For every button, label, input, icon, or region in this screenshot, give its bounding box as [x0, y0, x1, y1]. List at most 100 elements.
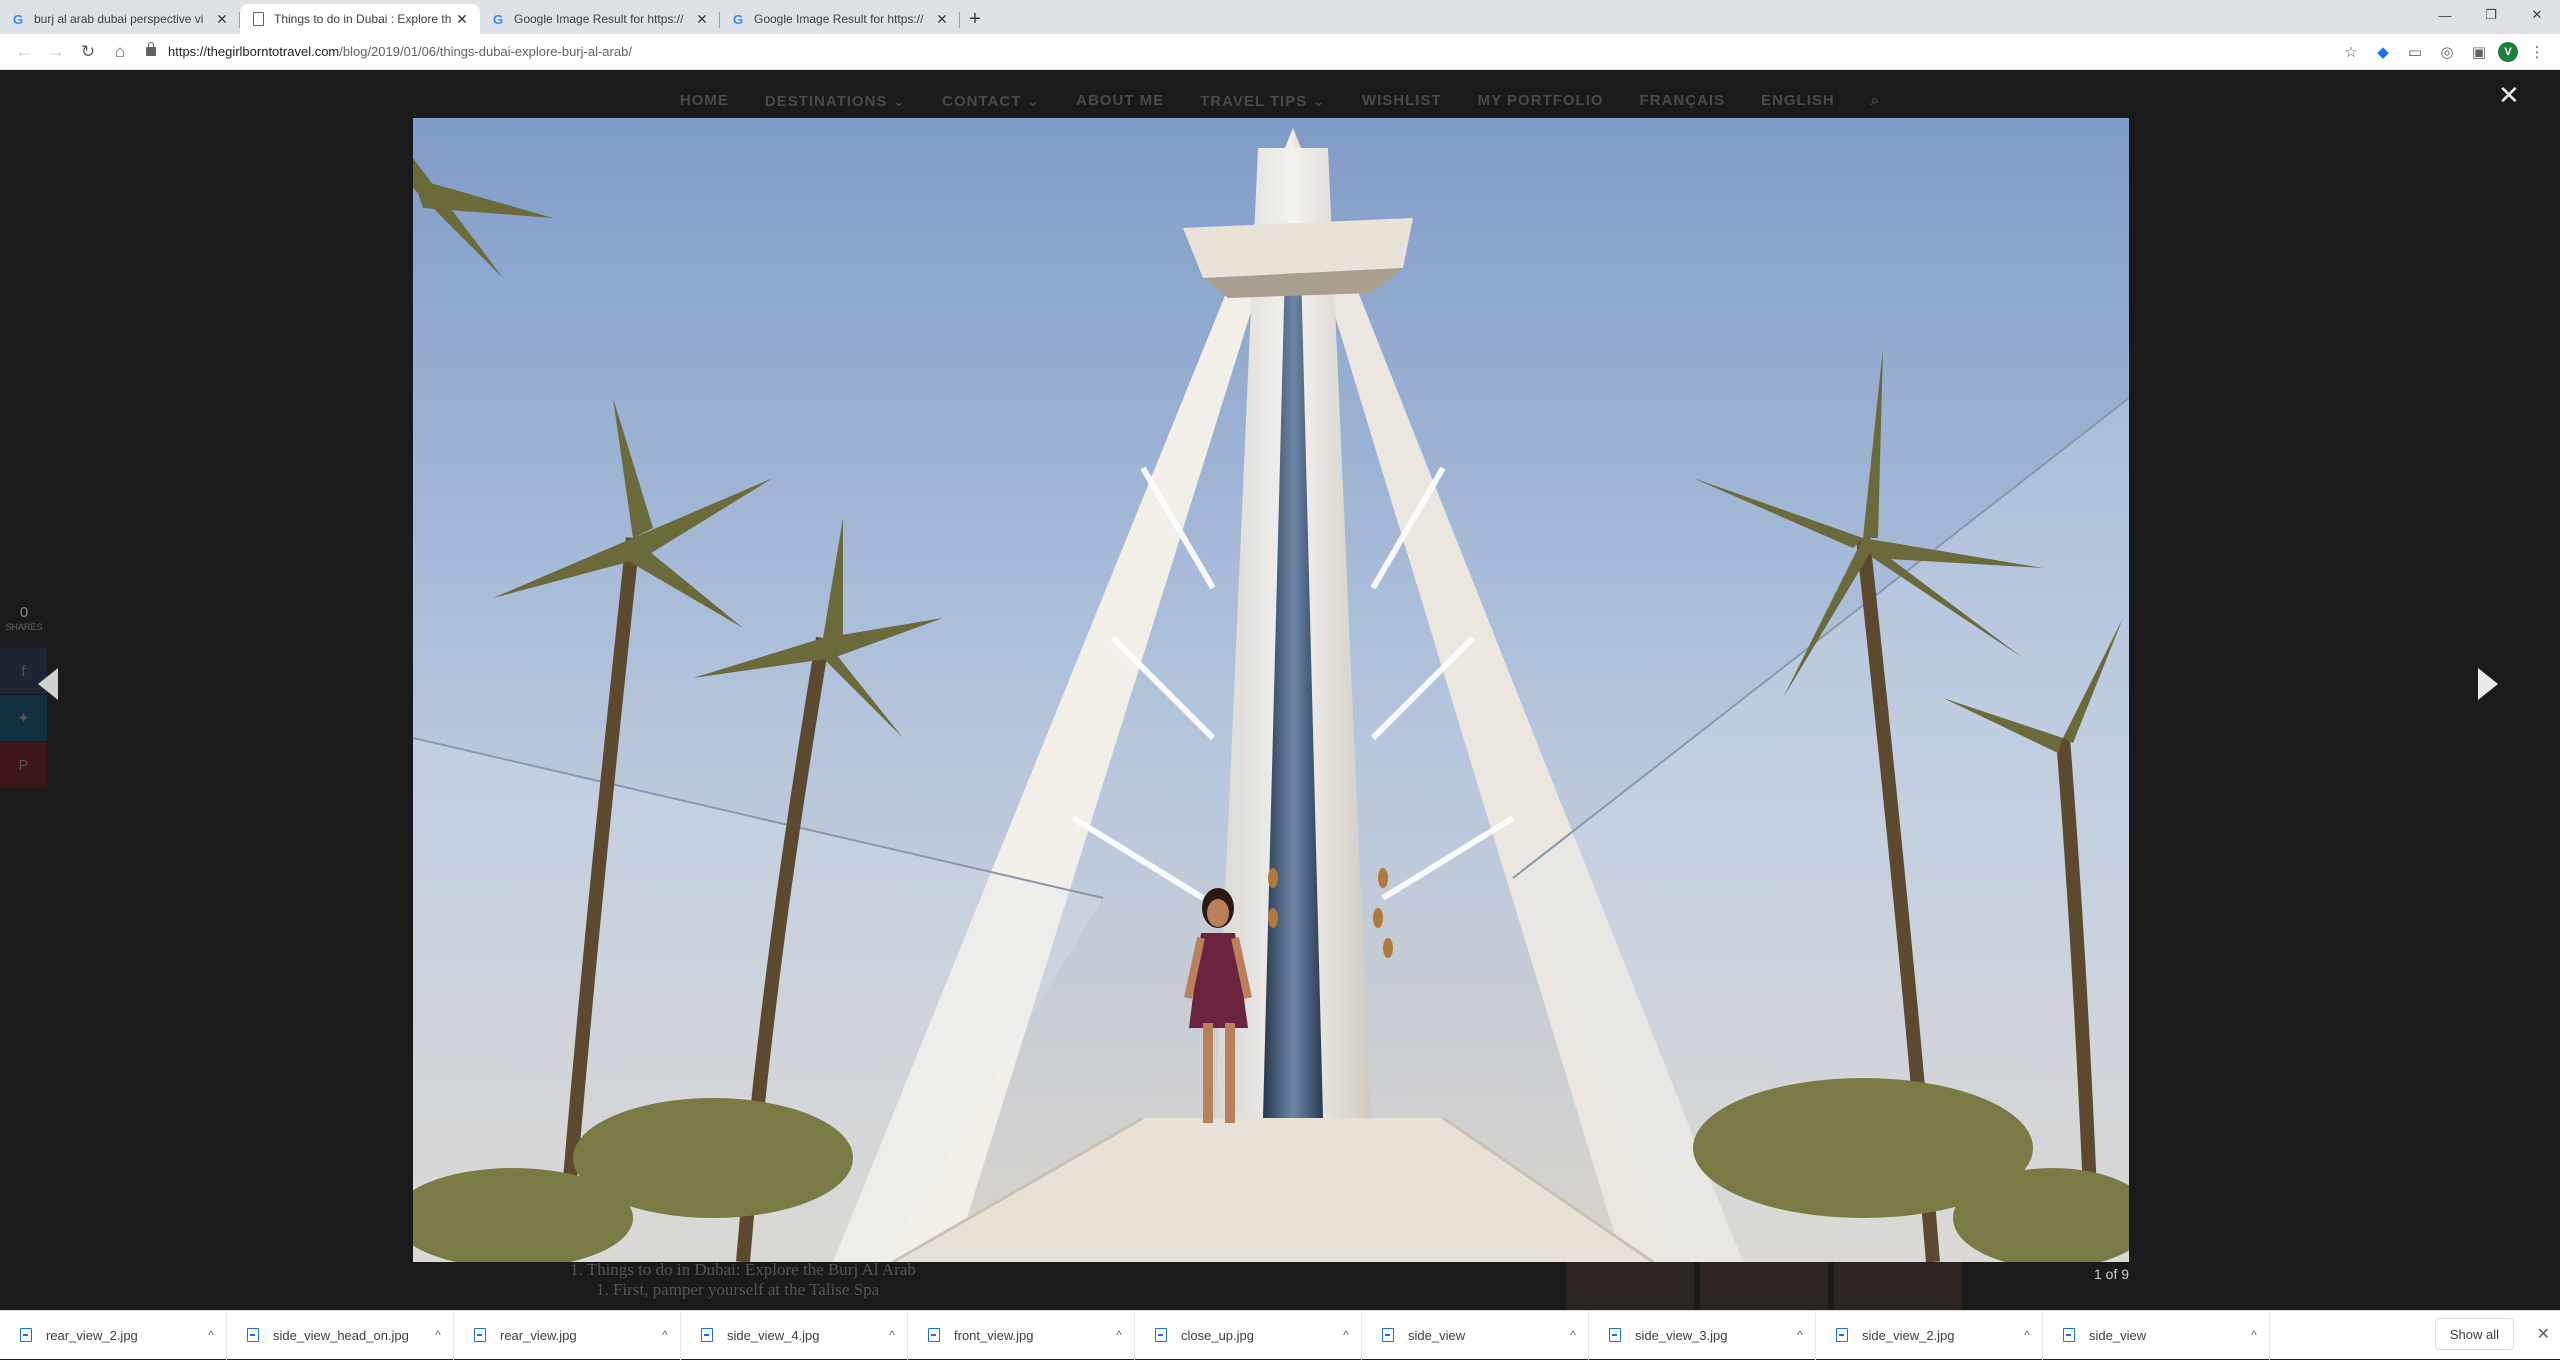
- browser-tab-2[interactable]: Things to do in Dubai : Explore th ✕: [240, 4, 480, 34]
- window-controls: — ❐ ✕: [2422, 0, 2560, 30]
- close-downloads-icon[interactable]: ✕: [2537, 1324, 2550, 1344]
- close-tab-icon[interactable]: ✕: [214, 11, 230, 28]
- restore-icon[interactable]: ❐: [2468, 0, 2514, 30]
- download-filename: rear_view.jpg: [500, 1327, 577, 1343]
- close-tab-icon[interactable]: ✕: [934, 11, 950, 28]
- image-file-icon: [1155, 1328, 1167, 1342]
- download-item[interactable]: rear_view.jpg ^: [454, 1310, 681, 1360]
- share-count: 0: [19, 604, 29, 621]
- back-icon[interactable]: ←: [8, 36, 40, 68]
- menu-icon[interactable]: ⋮: [2524, 39, 2550, 65]
- download-item[interactable]: close_up.jpg ^: [1135, 1310, 1362, 1360]
- downloads-bar: rear_view_2.jpg ^ side_view_head_on.jpg ^ …: [0, 1310, 2560, 1360]
- google-g-icon: G: [732, 11, 744, 27]
- lightbox-photo: [413, 118, 2129, 1262]
- download-filename: side_view_head_on.jpg: [273, 1327, 409, 1343]
- tab-title: Google Image Result for https://: [754, 12, 924, 26]
- tab-title: Google Image Result for https://: [514, 12, 684, 26]
- toc-item[interactable]: 1. First, pamper yourself at the Talise …: [570, 1280, 916, 1300]
- tab-title: burj al arab dubai perspective vi: [34, 12, 204, 26]
- chevron-up-icon[interactable]: ^: [196, 1328, 226, 1342]
- thumbnail[interactable]: [1566, 1260, 1694, 1310]
- download-item[interactable]: side_view_4.jpg ^: [681, 1310, 908, 1360]
- download-item[interactable]: side_view_2.jpg ^: [1816, 1310, 2043, 1360]
- image-file-icon: [474, 1328, 486, 1342]
- reload-icon[interactable]: ↻: [72, 36, 104, 68]
- home-icon[interactable]: ⌂: [104, 36, 136, 68]
- download-item[interactable]: side_view ^: [1362, 1310, 1589, 1360]
- download-item[interactable]: side_view_3.jpg ^: [1589, 1310, 1816, 1360]
- previous-arrow-icon[interactable]: [38, 668, 58, 700]
- show-all-button[interactable]: Show all: [2434, 1318, 2514, 1350]
- url-path: /blog/2019/01/06/things-dubai-explore-bu…: [339, 44, 632, 59]
- address-bar[interactable]: https://thegirlborntotravel.com/blog/201…: [136, 38, 2338, 66]
- toc-item[interactable]: 1. Things to do in Dubai: Explore the Bu…: [570, 1260, 916, 1280]
- thumbnail[interactable]: [1700, 1260, 1828, 1310]
- pinterest-icon: P: [18, 756, 29, 774]
- twitter-icon: ✦: [17, 710, 30, 727]
- twitter-share-button[interactable]: ✦: [0, 695, 47, 741]
- extension-icon[interactable]: ◆: [2370, 39, 2396, 65]
- related-thumbnails: [1566, 1260, 1962, 1310]
- extension-icon[interactable]: ▣: [2466, 39, 2492, 65]
- extension-icon[interactable]: ▭: [2402, 39, 2428, 65]
- facebook-icon: f: [21, 662, 26, 680]
- chevron-up-icon[interactable]: ^: [650, 1328, 680, 1342]
- lock-icon: [146, 42, 156, 56]
- minimize-icon[interactable]: —: [2422, 0, 2468, 30]
- chevron-up-icon[interactable]: ^: [1558, 1328, 1588, 1342]
- chevron-up-icon[interactable]: ^: [877, 1328, 907, 1342]
- browser-tab-1[interactable]: G burj al arab dubai perspective vi ✕: [0, 4, 240, 34]
- lightbox-close-button[interactable]: ✕: [2498, 80, 2520, 111]
- image-file-icon: [247, 1328, 259, 1342]
- download-filename: close_up.jpg: [1181, 1327, 1254, 1343]
- download-filename: side_view_3.jpg: [1635, 1327, 1728, 1343]
- chevron-up-icon[interactable]: ^: [1785, 1328, 1815, 1342]
- google-g-icon: G: [492, 11, 504, 27]
- chevron-up-icon[interactable]: ^: [1104, 1328, 1134, 1342]
- chevron-up-icon[interactable]: ^: [2239, 1328, 2269, 1342]
- chevron-up-icon[interactable]: ^: [1331, 1328, 1361, 1342]
- browser-tab-3[interactable]: G Google Image Result for https:// ✕: [480, 4, 720, 34]
- download-filename: side_view: [2089, 1327, 2147, 1343]
- page-doc-icon: [250, 11, 266, 27]
- google-g-icon: G: [12, 11, 24, 27]
- close-window-icon[interactable]: ✕: [2514, 0, 2560, 30]
- image-counter: 1 of 9: [2094, 1266, 2130, 1282]
- chevron-up-icon[interactable]: ^: [423, 1328, 453, 1342]
- download-filename: side_view: [1408, 1327, 1466, 1343]
- download-item[interactable]: front_view.jpg ^: [908, 1310, 1135, 1360]
- chevron-up-icon[interactable]: ^: [2012, 1328, 2042, 1342]
- image-file-icon: [1836, 1328, 1848, 1342]
- download-item[interactable]: side_view ^: [2043, 1310, 2270, 1360]
- image-file-icon: [1609, 1328, 1621, 1342]
- tab-bar: G burj al arab dubai perspective vi ✕ Th…: [0, 0, 2560, 34]
- download-item[interactable]: rear_view_2.jpg ^: [0, 1310, 227, 1360]
- close-tab-icon[interactable]: ✕: [454, 11, 470, 28]
- avatar[interactable]: V: [2498, 41, 2518, 62]
- pinterest-share-button[interactable]: P: [0, 742, 47, 788]
- next-arrow-icon[interactable]: [2478, 668, 2498, 700]
- browser-tab-4[interactable]: G Google Image Result for https:// ✕: [720, 4, 960, 34]
- generic-file-icon: [1382, 1328, 1394, 1342]
- extensions-area: ☆ ◆ ▭ ◎ ▣ V ⋮: [2338, 39, 2560, 65]
- download-filename: side_view_2.jpg: [1862, 1327, 1955, 1343]
- download-filename: front_view.jpg: [954, 1327, 1034, 1343]
- bookmark-star-icon[interactable]: ☆: [2338, 39, 2364, 65]
- new-tab-button[interactable]: +: [960, 4, 990, 34]
- generic-file-icon: [2063, 1328, 2075, 1342]
- close-tab-icon[interactable]: ✕: [694, 11, 710, 28]
- download-item[interactable]: side_view_head_on.jpg ^: [227, 1310, 454, 1360]
- url-host: https://thegirlborntotravel.com: [168, 44, 340, 59]
- download-filename: side_view_4.jpg: [727, 1327, 820, 1343]
- forward-icon[interactable]: →: [40, 36, 72, 68]
- thumbnail[interactable]: [1834, 1260, 1962, 1310]
- share-label: SHARES: [5, 622, 43, 632]
- image-file-icon: [20, 1328, 32, 1342]
- download-filename: rear_view_2.jpg: [46, 1327, 138, 1343]
- image-file-icon: [928, 1328, 940, 1342]
- browser-toolbar: ← → ↻ ⌂ https://thegirlborntotravel.com /…: [0, 34, 2560, 70]
- tab-title: Things to do in Dubai : Explore th: [274, 12, 452, 26]
- article-toc: 1. Things to do in Dubai: Explore the Bu…: [570, 1260, 916, 1300]
- extension-icon[interactable]: ◎: [2434, 39, 2460, 65]
